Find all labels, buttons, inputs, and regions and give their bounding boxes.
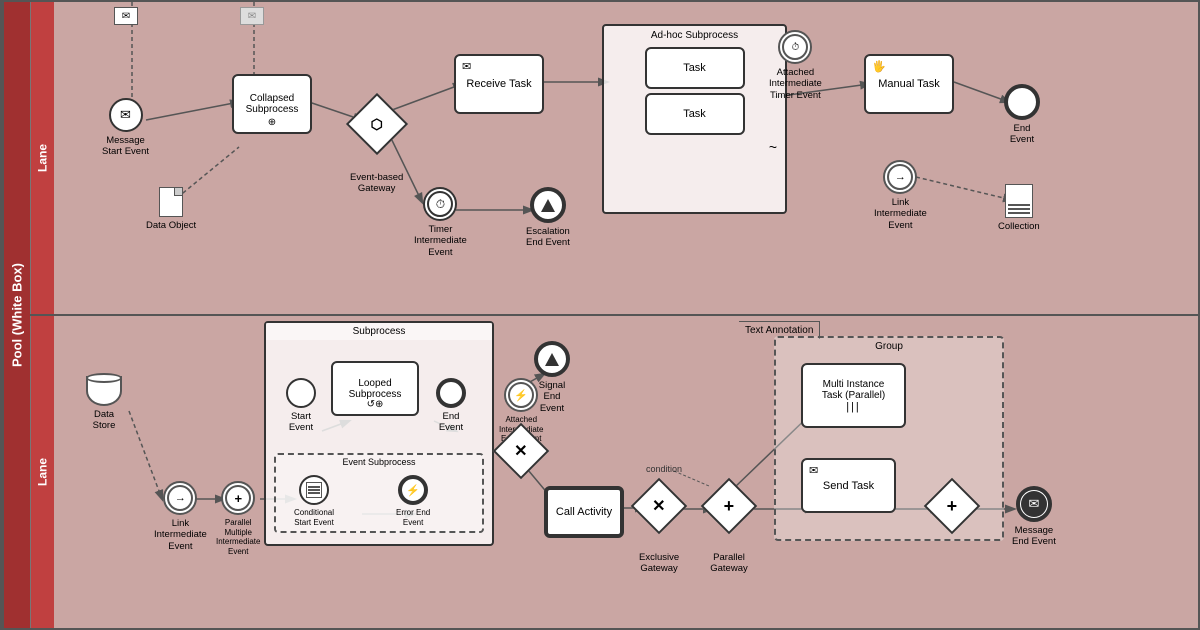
- attached-timer-event: ⏱ AttachedIntermediateTimer Event: [769, 30, 822, 101]
- end-event-lane1: EndEvent: [1004, 84, 1040, 146]
- link-intermediate-lane2-label: LinkIntermediateEvent: [154, 518, 207, 552]
- lane-2-content: Subprocess StartEvent LoopedSubprocess ↺…: [54, 316, 1198, 628]
- message-end-label: MessageEnd Event: [1012, 525, 1056, 548]
- error-end-label: Error EndEvent: [396, 508, 430, 527]
- event-based-gateway: ⬡ Event-basedGateway: [350, 102, 403, 195]
- lane-1-content: ✉ ✉ ✉ MessageStart Event Da: [54, 2, 1198, 314]
- exclusive-gateway-3: +: [932, 486, 972, 526]
- end-event-subprocess-label: EndEvent: [439, 411, 463, 434]
- event-subprocess-box: Event Subprocess Condition: [274, 453, 484, 533]
- attached-timer-label: AttachedIntermediateTimer Event: [769, 67, 822, 101]
- parallel-multiple-event: + ParallelMultipleIntermediateEvent: [216, 481, 260, 556]
- data-object: Data Object: [146, 187, 196, 231]
- end-event-lane1-label: EndEvent: [1010, 123, 1034, 146]
- parallel-multiple-label: ParallelMultipleIntermediateEvent: [216, 518, 260, 556]
- lane-2-label: Lane: [30, 316, 54, 628]
- manual-task: 🖐 Manual Task: [864, 54, 954, 114]
- lane-1: Lane: [30, 2, 1198, 316]
- collapsed-subprocess: CollapsedSubprocess ⊕: [232, 74, 312, 134]
- signal-end-event: SignalEndEvent: [534, 341, 570, 414]
- timer-intermediate-event: ⏱ TimerIntermediateEvent: [414, 187, 467, 258]
- start-event-subprocess: StartEvent: [286, 378, 316, 434]
- adhoc-subprocess: Ad-hoc Subprocess Task Task ~: [602, 24, 787, 214]
- parallel-gateway: + ParallelGateway: [709, 486, 749, 575]
- pool-container: Pool (White Box) Lane: [0, 0, 1200, 630]
- data-object-label: Data Object: [146, 220, 196, 231]
- lane-2: Lane: [30, 316, 1198, 628]
- message-start-event-label: MessageStart Event: [102, 135, 149, 158]
- message-flow-icon-2: ✉: [240, 7, 264, 25]
- parallel-gateway-label: ParallelGateway: [710, 552, 748, 575]
- receive-task: ✉ Receive Task: [454, 54, 544, 114]
- call-activity: Call Activity: [544, 486, 624, 538]
- pool-label: Pool (White Box): [2, 2, 30, 628]
- message-end-event: ✉ MessageEnd Event: [1012, 486, 1056, 548]
- looped-subprocess: LoopedSubprocess ↺⊕: [331, 361, 419, 416]
- lane-1-label: Lane: [30, 2, 54, 314]
- subprocess-box: Subprocess StartEvent LoopedSubprocess ↺…: [264, 321, 494, 546]
- multi-instance-task: Multi InstanceTask (Parallel) |||: [801, 363, 906, 428]
- signal-end-label: SignalEndEvent: [539, 380, 565, 414]
- link-intermediate-right-label: LinkIntermediateEvent: [874, 197, 927, 231]
- end-event-subprocess: EndEvent: [436, 378, 466, 434]
- message-flow-icon-1: ✉: [114, 7, 138, 25]
- data-store: DataStore: [86, 376, 122, 432]
- conditional-start-label: ConditionalStart Event: [294, 508, 334, 527]
- conditional-start-event: ConditionalStart Event: [294, 475, 334, 527]
- exclusive-gateway-1: ✕: [501, 431, 541, 471]
- collection: Collection: [998, 184, 1040, 232]
- pool-content: Lane: [30, 2, 1198, 628]
- exclusive-gateway-2-label: ExclusiveGateway: [639, 552, 679, 575]
- event-based-gateway-label: Event-basedGateway: [350, 172, 403, 195]
- escalation-end-label: EscalationEnd Event: [526, 226, 570, 249]
- link-intermediate-lane2: → LinkIntermediateEvent: [154, 481, 207, 552]
- condition-label: condition: [646, 464, 682, 474]
- error-end-event: ⚡ Error EndEvent: [396, 475, 430, 527]
- send-task: ✉ Send Task: [801, 458, 896, 513]
- collection-label: Collection: [998, 221, 1040, 232]
- link-intermediate-right: → LinkIntermediateEvent: [874, 160, 927, 231]
- lane2-arrows: [54, 316, 1198, 628]
- start-event-label: StartEvent: [289, 411, 313, 434]
- data-store-label: DataStore: [93, 409, 116, 432]
- timer-intermediate-label: TimerIntermediateEvent: [414, 224, 467, 258]
- exclusive-gateway-2: ✕ ExclusiveGateway: [639, 486, 679, 575]
- message-start-event: ✉ MessageStart Event: [102, 98, 149, 158]
- escalation-end-event: EscalationEnd Event: [526, 187, 570, 249]
